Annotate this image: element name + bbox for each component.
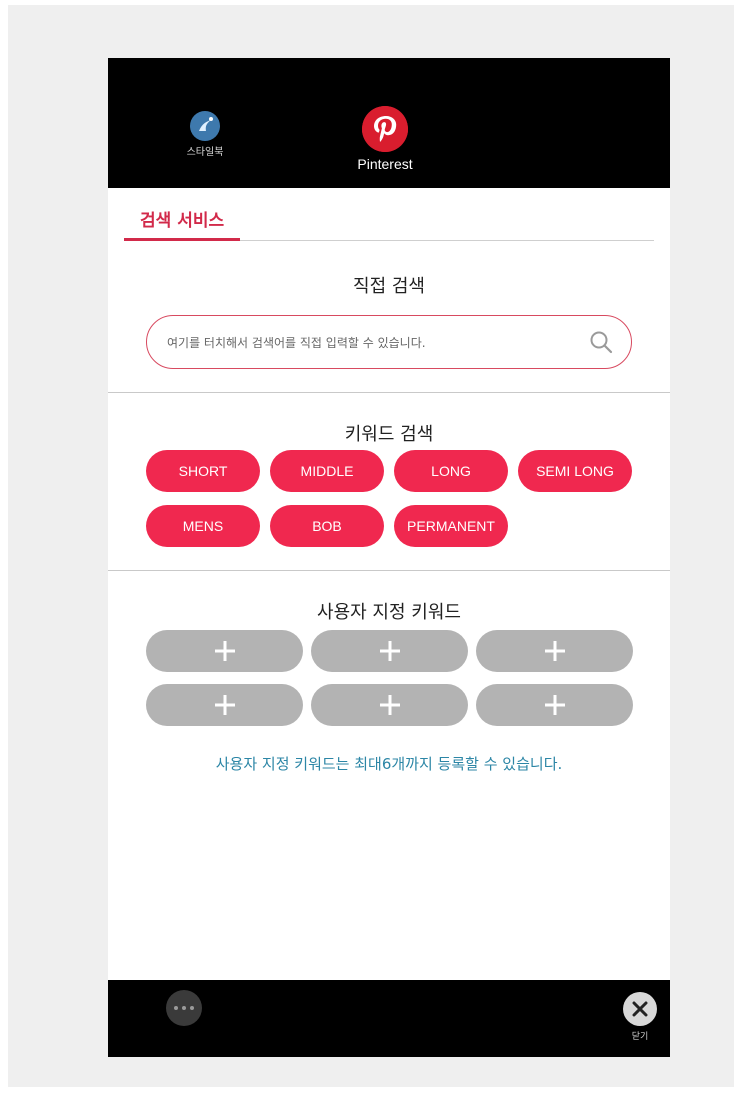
screen-background: 스타일북 Pinterest 검색 서비스 직접 검색 여기를 터치해서 검색어… [8,5,734,1087]
keyword-bob-button[interactable]: BOB [270,505,384,547]
keyword-long-button[interactable]: LONG [394,450,508,492]
stylebook-label: 스타일북 [186,147,224,158]
close-button[interactable]: 닫기 [620,992,660,1042]
app-screen: 스타일북 Pinterest 검색 서비스 직접 검색 여기를 터치해서 검색어… [108,58,670,1057]
search-box[interactable] [146,315,632,370]
tab-search-service[interactable]: 검색 서비스 [124,206,241,241]
plus-icon [379,695,400,715]
close-icon [623,992,657,1026]
add-keyword-button[interactable] [476,684,633,726]
add-keyword-button[interactable] [146,684,303,726]
more-dot-icon [174,1006,178,1010]
keyword-permanent-button[interactable]: PERMANENT [394,505,508,547]
keyword-mens-button[interactable]: MENS [146,505,260,547]
more-dot-icon [182,1006,186,1010]
keyword-semi-long-button[interactable]: SEMI LONG [518,450,632,492]
add-keyword-button[interactable] [311,630,468,672]
app-switcher-bar: 스타일북 Pinterest [108,58,670,188]
add-keyword-button[interactable] [146,630,303,672]
add-keyword-button[interactable] [476,630,633,672]
custom-keyword-title: 사용자 지정 키워드 [317,602,461,623]
direct-search-title: 직접 검색 [353,276,425,297]
keyword-search-title: 키워드 검색 [344,424,434,445]
add-keyword-button[interactable] [311,684,468,726]
plus-icon [214,695,235,715]
section-divider [108,392,670,393]
more-button[interactable] [166,990,202,1026]
pinterest-icon [362,106,408,152]
search-input[interactable] [165,316,579,370]
bottom-bar: 닫기 [108,980,670,1057]
plus-icon [544,695,565,715]
keyword-short-button[interactable]: SHORT [146,450,260,492]
plus-icon [379,641,400,661]
search-icon[interactable] [589,330,613,354]
close-label: 닫기 [631,1032,649,1042]
section-divider [108,570,670,571]
tab-bar: 검색 서비스 [124,206,654,241]
plus-icon [214,641,235,661]
plus-icon [544,641,565,661]
stylebook-icon [190,111,220,141]
app-pinterest[interactable]: Pinterest [340,106,430,172]
custom-keyword-limit-note: 사용자 지정 키워드는 최대6개까지 등록할 수 있습니다. [215,755,563,773]
app-stylebook[interactable]: 스타일북 [170,111,240,158]
more-dot-icon [190,1006,194,1010]
keyword-middle-button[interactable]: MIDDLE [270,450,384,492]
pinterest-label: Pinterest [357,156,413,172]
